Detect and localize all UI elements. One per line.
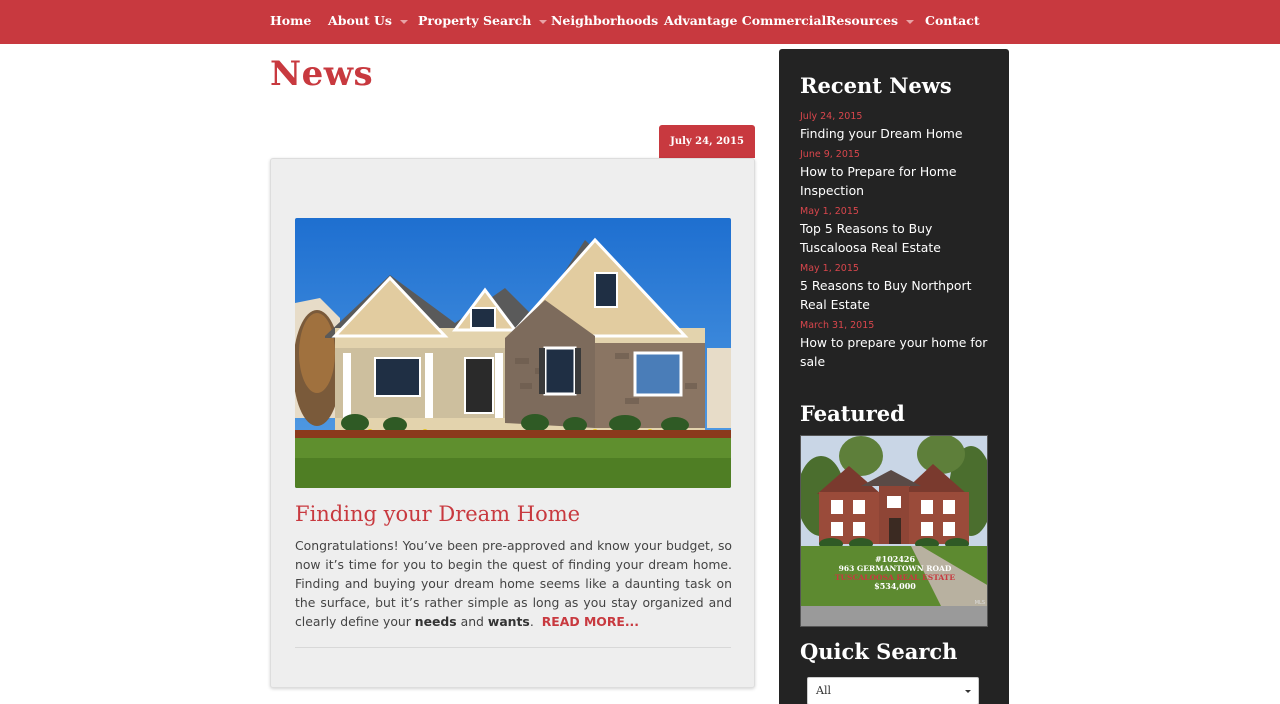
news-link[interactable]: How to prepare your home for sale (800, 333, 995, 371)
nav-property-search-label: Property Search (418, 13, 532, 28)
nav-advantage-commercial-label: Advantage Commercial (664, 13, 827, 28)
chevron-down-icon (539, 19, 548, 24)
read-more-link[interactable]: READ MORE... (542, 614, 639, 629)
nav-contact[interactable]: Contact (925, 0, 980, 42)
nav-resources-label: Resources (826, 13, 898, 28)
excerpt-period: . (529, 614, 534, 629)
page-title: News (270, 54, 374, 94)
news-item: May 1, 2015 5 Reasons to Buy Northport R… (800, 262, 995, 314)
news-item: May 1, 2015 Top 5 Reasons to Buy Tuscalo… (800, 205, 995, 257)
nav-neighborhoods[interactable]: Neighborhoods (551, 0, 658, 42)
select-value: All (816, 684, 831, 697)
featured-heading: Featured (800, 401, 905, 426)
news-date: March 31, 2015 (800, 320, 875, 331)
featured-price: $534,000 (874, 581, 916, 591)
nav-resources[interactable]: Resources (826, 0, 914, 42)
featured-mls: #102426 (875, 554, 916, 564)
chevron-down-icon (965, 690, 971, 693)
divider (295, 647, 731, 648)
mls-badge: MLS (975, 600, 985, 606)
nav-about-us-label: About Us (328, 13, 392, 28)
news-link[interactable]: 5 Reasons to Buy Northport Real Estate (800, 276, 995, 314)
featured-address: 963 GERMANTOWN ROAD (839, 564, 952, 573)
property-type-select[interactable]: All (807, 677, 979, 704)
news-date: July 24, 2015 (800, 111, 863, 122)
chevron-down-icon (399, 19, 408, 24)
sidebar: Recent News July 24, 2015 Finding your D… (779, 49, 1009, 704)
news-link[interactable]: Top 5 Reasons to Buy Tuscaloosa Real Est… (800, 219, 995, 257)
news-date: May 1, 2015 (800, 206, 859, 217)
nav-home[interactable]: Home (270, 0, 311, 42)
news-item: June 9, 2015 How to Prepare for Home Ins… (800, 148, 995, 200)
nav-advantage-commercial[interactable]: Advantage Commercial (664, 0, 826, 42)
quick-search-heading: Quick Search (800, 639, 958, 664)
recent-news-heading: Recent News (800, 73, 952, 98)
nav-about-us[interactable]: About Us (328, 0, 408, 42)
post-excerpt: Congratulations! You’ve been pre-approve… (295, 536, 732, 631)
post-card: Finding your Dream Home Congratulations!… (270, 158, 755, 688)
chevron-down-icon (906, 19, 914, 24)
news-link[interactable]: How to Prepare for Home Inspection (800, 162, 995, 200)
featured-listing[interactable]: #102426 963 GERMANTOWN ROAD TUSCALOOSA R… (800, 435, 988, 627)
emphasis-needs: needs (414, 614, 457, 629)
post-featured-image[interactable] (295, 218, 731, 488)
post-date-badge: July 24, 2015 (659, 125, 755, 158)
post-title-link[interactable]: Finding your Dream Home (295, 502, 580, 526)
news-item: July 24, 2015 Finding your Dream Home (800, 110, 995, 143)
news-date: June 9, 2015 (800, 149, 860, 160)
nav-property-search[interactable]: Property Search (418, 0, 548, 42)
house-photo (295, 218, 731, 488)
top-navigation: Home About Us Property Search Neighborho… (0, 0, 1280, 44)
nav-contact-label: Contact (925, 13, 980, 28)
excerpt-conjunction: and (456, 614, 488, 629)
news-date: May 1, 2015 (800, 263, 859, 274)
emphasis-wants: wants (487, 614, 530, 629)
news-link[interactable]: Finding your Dream Home (800, 124, 995, 143)
news-item: March 31, 2015 How to prepare your home … (800, 319, 995, 371)
featured-house-photo: #102426 963 GERMANTOWN ROAD TUSCALOOSA R… (801, 436, 987, 626)
nav-home-label: Home (270, 13, 312, 28)
nav-neighborhoods-label: Neighborhoods (551, 13, 659, 28)
